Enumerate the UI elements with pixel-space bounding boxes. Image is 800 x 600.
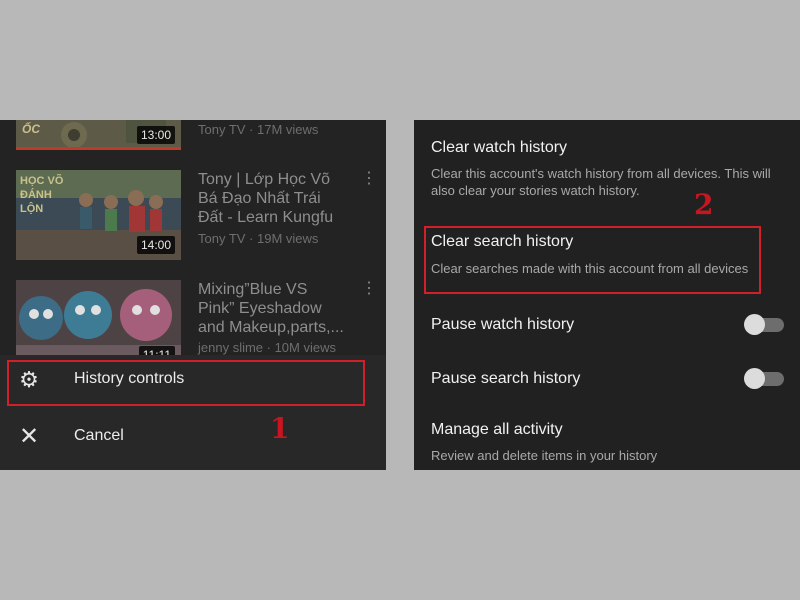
- video-item[interactable]: ỐC 13:00 Tony TV · 17M views: [16, 120, 386, 150]
- video-meta: Tony TV · 17M views: [198, 122, 319, 137]
- more-vert-icon[interactable]: ⋮: [361, 281, 377, 297]
- video-meta: Tony TV · 19M views: [198, 231, 319, 246]
- pause-watch-history-toggle[interactable]: [744, 314, 784, 335]
- more-vert-icon[interactable]: ⋮: [361, 171, 377, 187]
- highlight-box-2: [424, 226, 761, 294]
- manage-all-activity-title: Manage all activity: [431, 421, 563, 438]
- step-number-1: 1: [270, 412, 290, 445]
- video-meta: jenny slime · 10M views: [198, 340, 336, 355]
- video-title[interactable]: Mixing”Blue VS Pink” Eyeshadow and Makeu…: [198, 280, 348, 337]
- right-screen: Clear watch history Clear this account's…: [414, 120, 800, 470]
- step-number-2: 2: [694, 188, 714, 221]
- pause-search-history-toggle[interactable]: [744, 368, 784, 389]
- video-duration: 13:00: [136, 126, 175, 144]
- pause-watch-history-title: Pause watch history: [431, 316, 575, 333]
- manage-all-activity-desc: Review and delete items in your history: [431, 448, 658, 463]
- video-title[interactable]: Tony | Lớp Học Võ Bá Đạo Nhất Trái Đất -…: [198, 170, 348, 227]
- clear-watch-history-title: Clear watch history: [431, 139, 568, 156]
- pause-search-history-title: Pause search history: [431, 370, 581, 387]
- close-icon: ✕: [18, 423, 40, 450]
- video-thumbnail[interactable]: ỐC 13:00: [16, 120, 181, 150]
- thumbnail-text: HỌC VÕ ĐÁNH LỘN: [20, 175, 64, 215]
- video-duration: 14:00: [136, 236, 175, 254]
- highlight-box-1: [7, 360, 365, 406]
- clear-watch-history-desc: Clear this account's watch history from …: [431, 166, 771, 198]
- video-item[interactable]: HỌC VÕ ĐÁNH LỘN 14:00 Tony | Lớp Học Võ …: [16, 170, 386, 260]
- cancel-item[interactable]: ✕ Cancel: [0, 412, 386, 462]
- left-screen: ỐC 13:00 Tony TV · 17M views HỌC VÕ ĐÁNH…: [0, 120, 386, 470]
- cancel-label: Cancel: [74, 427, 124, 444]
- watched-progress-bar: [16, 147, 181, 150]
- thumbnail-text: ỐC: [22, 122, 40, 136]
- video-thumbnail[interactable]: HỌC VÕ ĐÁNH LỘN 14:00: [16, 170, 181, 260]
